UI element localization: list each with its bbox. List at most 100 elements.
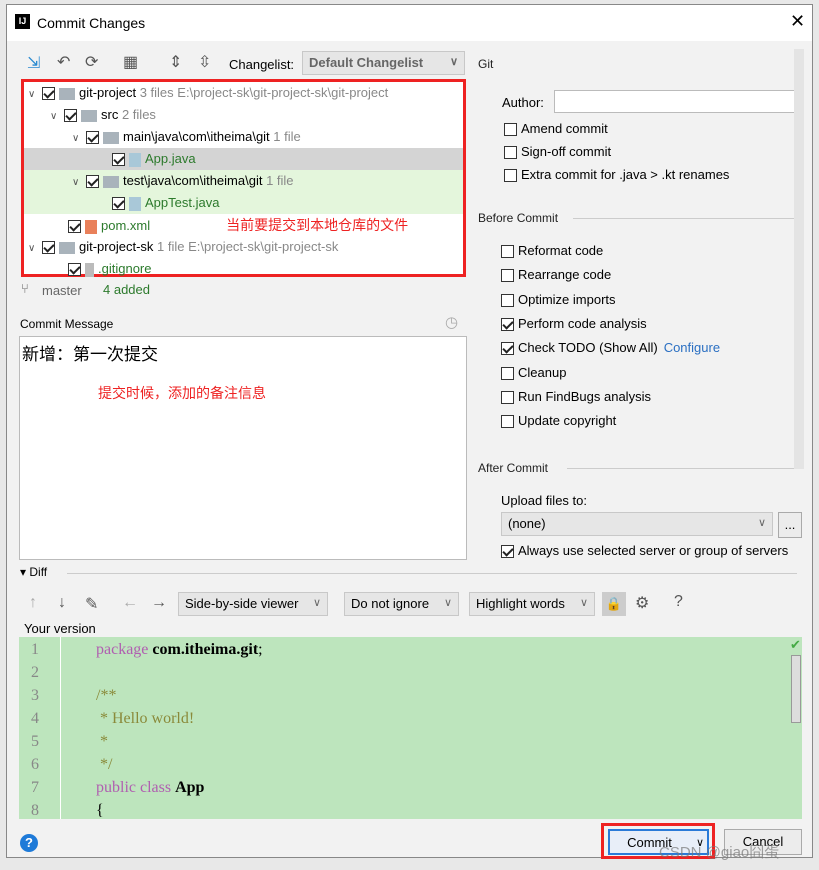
checkbox[interactable]: [501, 415, 514, 429]
ignore-select[interactable]: Do not ignore ∨: [344, 592, 459, 616]
rollback-icon[interactable]: ↶: [57, 52, 70, 72]
history-icon[interactable]: ◷: [445, 313, 458, 331]
checkbox[interactable]: [112, 153, 125, 167]
checkbox[interactable]: [504, 146, 517, 160]
checkbox[interactable]: [42, 87, 55, 101]
git-option[interactable]: Sign-off commit: [504, 144, 611, 160]
tree-row[interactable]: ∨ git-project 3 files E:\project-sk\git-p…: [24, 82, 463, 104]
checkbox[interactable]: [42, 241, 55, 255]
tree-row[interactable]: AppTest.java: [24, 192, 463, 214]
commit-message-input[interactable]: 新增：第一次提交 提交时候，添加的备注信息: [19, 336, 467, 560]
help-button[interactable]: ?: [20, 834, 38, 852]
line-number: 8: [31, 802, 39, 819]
before-commit-option[interactable]: Perform code analysis: [501, 316, 647, 331]
lock-icon[interactable]: 🔒: [602, 592, 626, 616]
checkbox[interactable]: [68, 263, 81, 277]
before-commit-option[interactable]: Check TODO (Show All) Configure: [501, 340, 720, 356]
refresh-icon[interactable]: ⟳: [85, 52, 98, 72]
watermark: CSDN @giao囧蛋: [659, 844, 780, 861]
checkbox[interactable]: [86, 175, 99, 189]
chevron-down-icon: ∨: [443, 597, 452, 609]
checkbox[interactable]: [504, 123, 517, 137]
before-commit-option[interactable]: Optimize imports: [501, 292, 616, 307]
code-line: *: [96, 733, 108, 750]
before-commit-option[interactable]: Reformat code: [501, 243, 603, 259]
always-use-label: Always use selected server or group of s…: [518, 543, 789, 558]
files-annotation: 当前要提交到本地仓库的文件: [226, 217, 409, 233]
node-meta: 1 file: [273, 129, 301, 144]
before-commit-title: Before Commit: [478, 211, 559, 225]
branch-icon: ⑂: [21, 281, 29, 296]
line-number: 3: [31, 687, 39, 704]
tree-row[interactable]: pom.xml 当前要提交到本地仓库的文件: [24, 214, 463, 236]
java-file-icon: [129, 196, 141, 211]
branch-name: master: [42, 283, 82, 298]
git-option[interactable]: Amend commit: [504, 121, 608, 137]
option-label: Cleanup: [518, 364, 567, 380]
expand-all-icon[interactable]: ⇕: [169, 52, 182, 72]
gear-icon[interactable]: ⚙: [635, 593, 649, 613]
line-number: 6: [31, 756, 39, 773]
configure-link[interactable]: Configure: [664, 340, 720, 355]
always-use-checkbox[interactable]: Always use selected server or group of s…: [501, 543, 789, 559]
group-by-icon[interactable]: ▦: [123, 52, 138, 72]
collapse-all-icon[interactable]: ⇳: [198, 52, 211, 72]
tree-row[interactable]: ∨ src 2 files: [24, 104, 463, 126]
tree-row[interactable]: ∨ git-project-sk 1 file E:\project-sk\git…: [24, 236, 463, 258]
tree-row[interactable]: App.java: [24, 148, 463, 170]
before-commit-option[interactable]: Cleanup: [501, 365, 566, 380]
commit-message-label: Commit Message: [20, 317, 114, 331]
tree-row[interactable]: ∨ test\java\com\itheima\git 1 file: [24, 170, 463, 192]
browse-button[interactable]: ...: [778, 512, 802, 538]
before-commit-option[interactable]: Rearrange code: [501, 267, 611, 283]
diff-editor[interactable]: 1 2 3 4 5 6 7 8 package com.itheima.git; /** * …: [19, 637, 802, 819]
diff-toggle[interactable]: ▾ Diff: [20, 565, 47, 579]
node-name: .gitignore: [98, 261, 152, 276]
checkbox[interactable]: [501, 317, 514, 331]
author-input[interactable]: [554, 90, 800, 113]
line-number: 2: [31, 664, 39, 681]
checkbox[interactable]: [504, 169, 517, 183]
next-diff-icon[interactable]: ↓: [58, 594, 66, 612]
highlight-select[interactable]: Highlight words ∨: [469, 592, 595, 616]
forward-icon[interactable]: →: [151, 594, 167, 612]
checkbox[interactable]: [68, 220, 81, 234]
checkbox[interactable]: [501, 342, 514, 356]
checkbox[interactable]: [501, 293, 514, 307]
before-commit-option[interactable]: Run FindBugs analysis: [501, 389, 651, 404]
back-icon[interactable]: ←: [122, 594, 138, 612]
line-number: 7: [31, 779, 39, 796]
close-icon[interactable]: ✕: [790, 11, 805, 32]
added-count: 4 added: [103, 282, 150, 297]
checkbox[interactable]: [501, 366, 514, 380]
node-meta: 1 file E:\project-sk\git-project-sk: [157, 239, 339, 254]
edit-icon[interactable]: ✎: [85, 594, 98, 614]
checkbox[interactable]: [501, 390, 514, 404]
checkbox[interactable]: [501, 245, 514, 259]
checkbox[interactable]: [112, 197, 125, 211]
expand-collapse-icon[interactable]: ⇲: [27, 53, 40, 73]
git-option[interactable]: Extra commit for .java > .kt renames: [504, 167, 729, 183]
highlight-value: Highlight words: [476, 596, 565, 611]
option-label: Check TODO (Show All): [518, 340, 658, 356]
upload-label: Upload files to:: [501, 493, 587, 508]
editor-scrollbar[interactable]: [791, 655, 801, 723]
title-bar: IJ Commit Changes ✕: [7, 5, 812, 41]
check-icon: ✔: [790, 637, 801, 652]
diff-help-icon[interactable]: ?: [674, 593, 683, 611]
tree-row[interactable]: ∨ main\java\com\itheima\git 1 file: [24, 126, 463, 148]
checkbox[interactable]: [86, 131, 99, 145]
changelist-select[interactable]: Default Changelist ∨: [302, 51, 465, 75]
checkbox[interactable]: [501, 269, 514, 283]
module-folder-icon: [59, 241, 75, 254]
tree-row[interactable]: .gitignore: [24, 258, 463, 280]
upload-select[interactable]: (none) ∨: [501, 512, 773, 536]
viewer-value: Side-by-side viewer: [185, 596, 299, 611]
option-label: Run FindBugs analysis: [518, 388, 651, 404]
before-commit-option[interactable]: Update copyright: [501, 413, 616, 429]
viewer-select[interactable]: Side-by-side viewer ∨: [178, 592, 328, 616]
checkbox[interactable]: [64, 109, 77, 123]
prev-diff-icon[interactable]: ↑: [29, 594, 37, 612]
scrollbar[interactable]: [794, 49, 804, 469]
node-name: AppTest.java: [145, 195, 220, 210]
